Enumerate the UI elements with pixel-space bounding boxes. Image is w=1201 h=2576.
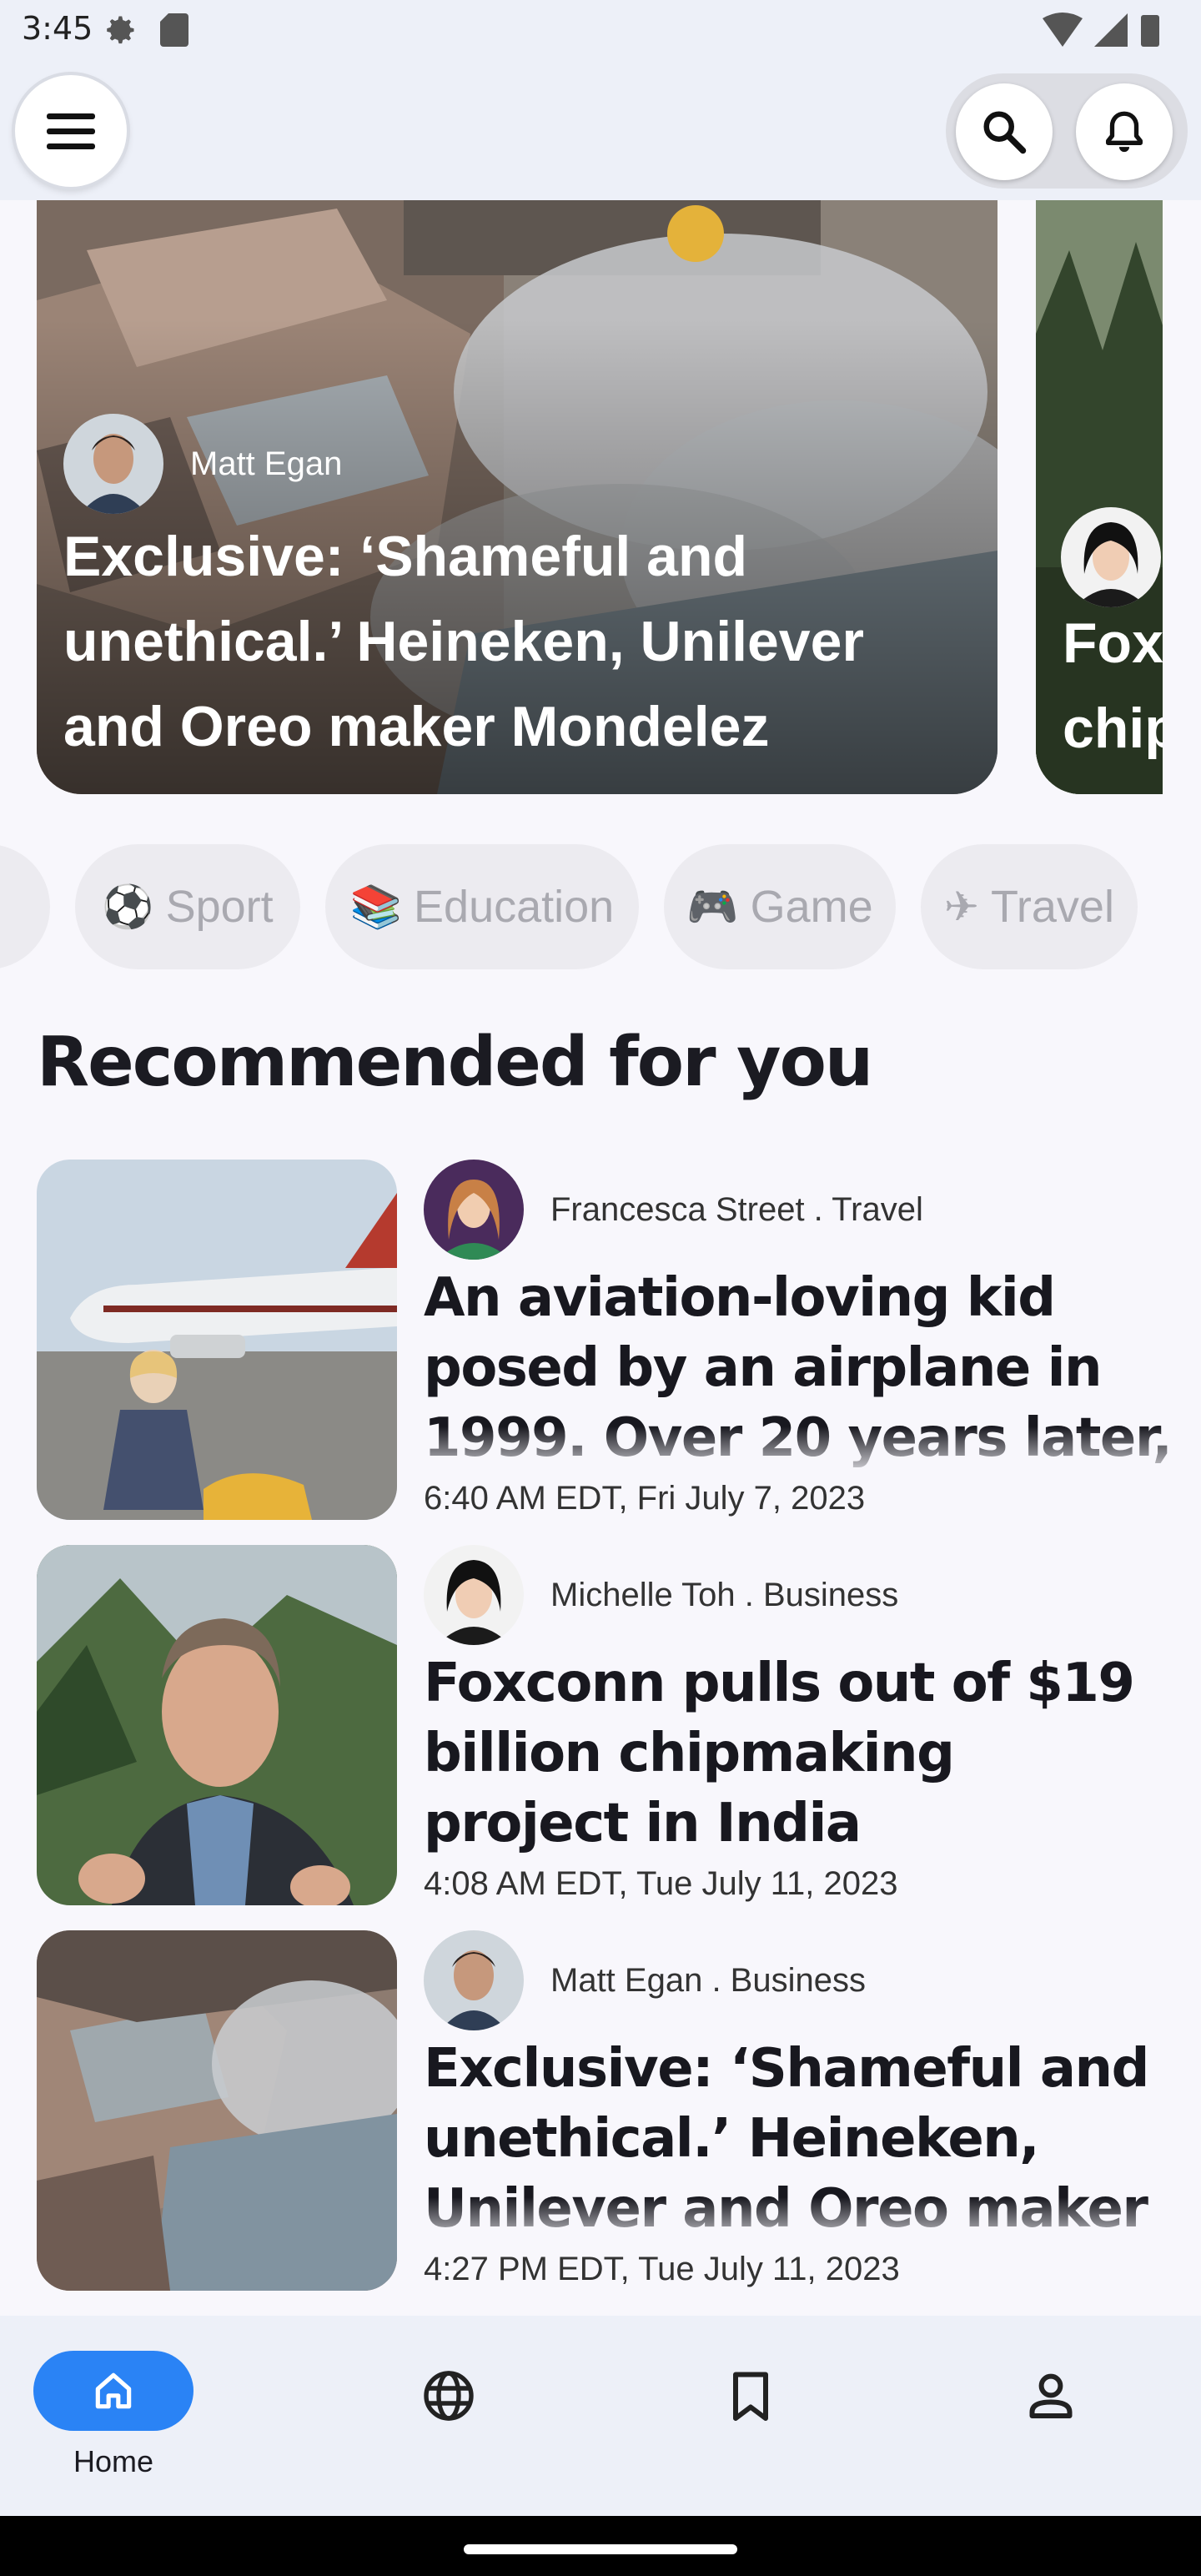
author-photo xyxy=(1061,507,1161,607)
article-author-name: Michelle Toh . Business xyxy=(550,1576,899,1613)
article-time: 4:27 PM EDT, Tue July 11, 2023 xyxy=(424,2251,900,2287)
featured-card[interactable]: Matt Egan Exclusive: ‘Shameful and uneth… xyxy=(37,200,997,794)
airplane-photo xyxy=(37,1160,397,1520)
system-indicators xyxy=(1043,13,1159,47)
next-card-title: Foxcchip xyxy=(1063,611,1163,760)
signal-icon xyxy=(1094,13,1128,47)
avatar xyxy=(1061,507,1161,607)
article-author-name: Francesca Street . Travel xyxy=(550,1190,923,1228)
top-actions xyxy=(946,73,1188,189)
chip-previous[interactable] xyxy=(0,844,50,969)
chip-label: Sport xyxy=(165,882,274,932)
nav-active-indicator xyxy=(33,2351,193,2431)
chip-label: Education xyxy=(414,882,615,932)
article-time: 6:40 AM EDT, Fri July 7, 2023 xyxy=(424,1480,866,1517)
profile-icon xyxy=(1029,2373,1073,2418)
article-author-name: Matt Egan . Business xyxy=(550,1961,866,1999)
top-app-bar xyxy=(0,62,1201,200)
author-photo xyxy=(424,1545,524,1645)
home-indicator[interactable] xyxy=(464,2544,737,2554)
nav-home[interactable]: Home xyxy=(0,2316,300,2516)
avatar xyxy=(424,1545,524,1645)
author-photo xyxy=(63,414,163,514)
article-title: Foxconn pulls out of $19 billion chipmak… xyxy=(424,1653,1135,1854)
article-thumbnail xyxy=(37,1545,397,1905)
rubble-photo xyxy=(37,1930,397,2291)
list-item[interactable]: Matt Egan . Business Exclusive: ‘Shamefu… xyxy=(37,1930,1174,2291)
nav-bookmarks[interactable] xyxy=(600,2316,901,2516)
notifications-button[interactable] xyxy=(1076,83,1173,180)
globe-icon xyxy=(424,2371,474,2421)
avatar xyxy=(424,1930,524,2030)
news-app-screen: 3:45 Matt Egan Exclusive: ‘Shameful and … xyxy=(0,0,1201,2576)
search-icon xyxy=(983,111,1027,154)
hamburger-icon xyxy=(47,113,95,149)
section-title: Recommended for you xyxy=(37,1023,873,1102)
sd-card-icon xyxy=(160,13,188,47)
gamepad-icon: 🎮 xyxy=(686,883,739,930)
menu-button[interactable] xyxy=(15,75,127,187)
featured-card-next[interactable]: Foxcchip xyxy=(1036,200,1163,794)
avatar xyxy=(63,414,163,514)
hero-author: Matt Egan xyxy=(63,414,342,514)
hero-title: Exclusive: ‘Shameful and unethical.’ Hei… xyxy=(63,525,864,758)
author-photo xyxy=(424,1930,524,2030)
author-photo xyxy=(424,1160,524,1260)
article-author: Matt Egan . Business xyxy=(424,1930,866,2030)
chip-travel[interactable]: ✈ Travel xyxy=(921,844,1138,969)
status-time: 3:45 xyxy=(22,10,93,47)
article-thumbnail xyxy=(37,1930,397,2291)
wifi-icon xyxy=(1043,13,1083,47)
avatar xyxy=(424,1160,524,1260)
executive-photo xyxy=(37,1545,397,1905)
soccer-ball-icon: ⚽ xyxy=(102,883,154,930)
chip-game[interactable]: 🎮 Game xyxy=(664,844,896,969)
article-thumbnail xyxy=(37,1160,397,1520)
hero-author-name: Matt Egan xyxy=(190,445,343,482)
list-item[interactable]: Michelle Toh . Business Foxconn pulls ou… xyxy=(37,1545,1164,1905)
nav-label: Home xyxy=(73,2444,154,2478)
title-fade xyxy=(424,2197,1174,2249)
airplane-icon: ✈ xyxy=(944,883,979,930)
article-author: Michelle Toh . Business xyxy=(424,1545,898,1645)
article-author: Francesca Street . Travel xyxy=(424,1160,923,1260)
article-time: 4:08 AM EDT, Tue July 11, 2023 xyxy=(424,1865,898,1902)
gesture-area xyxy=(0,2516,1201,2576)
bell-icon xyxy=(1106,111,1143,153)
featured-carousel[interactable]: Matt Egan Exclusive: ‘Shameful and uneth… xyxy=(0,200,1201,794)
list-item[interactable]: Francesca Street . Travel An aviation-lo… xyxy=(37,1160,1174,1520)
battery-icon xyxy=(1141,15,1159,47)
bottom-navigation: Home xyxy=(0,2316,1201,2516)
status-bar: 3:45 xyxy=(0,0,1201,62)
home-icon xyxy=(95,2372,132,2409)
title-fade xyxy=(424,1426,1174,1478)
bookmark-icon xyxy=(733,2372,768,2421)
nav-explore[interactable] xyxy=(300,2316,600,2516)
chip-sport[interactable]: ⚽ Sport xyxy=(75,844,300,969)
chip-label: Game xyxy=(750,882,873,932)
books-icon: 📚 xyxy=(349,883,403,930)
gear-icon xyxy=(107,16,134,44)
category-chips: ⚽ Sport 📚 Education 🎮 Game ✈ Travel xyxy=(0,844,1201,969)
chip-education[interactable]: 📚 Education xyxy=(325,844,639,969)
nav-profile[interactable] xyxy=(901,2316,1201,2516)
chip-label: Travel xyxy=(990,882,1114,932)
search-button[interactable] xyxy=(956,83,1053,180)
